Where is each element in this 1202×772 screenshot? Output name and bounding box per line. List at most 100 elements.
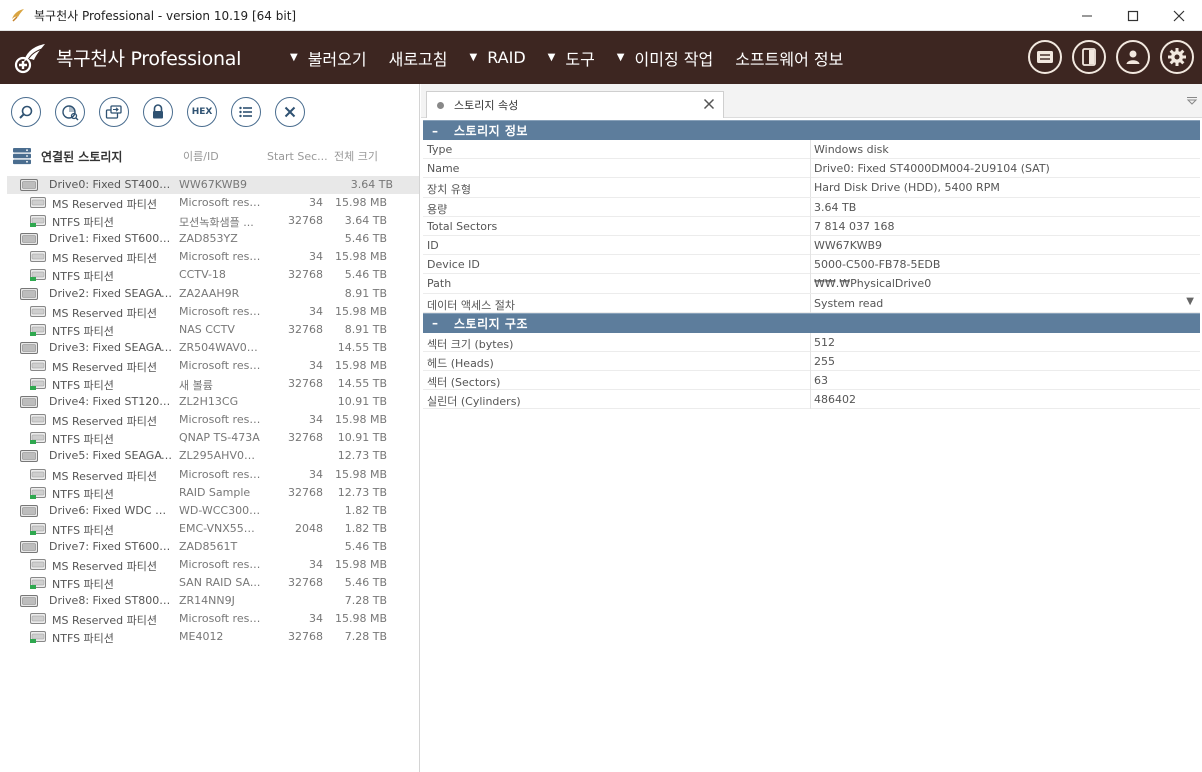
partition-row[interactable]: MS Reserved 파티션 Microsoft rese... 34 15.98 … xyxy=(0,466,420,484)
partition-name: MS Reserved 파티션 xyxy=(52,252,158,266)
partition-row[interactable]: NTFS 파티션 CCTV-18 32768 5.46 TB xyxy=(0,266,420,284)
property-row[interactable]: 데이터 액세스 절차 System read ▼ xyxy=(423,293,1200,313)
column-divider xyxy=(810,178,811,198)
property-section-header[interactable]: – 스토리지 구조 xyxy=(423,312,1200,333)
partition-row[interactable]: MS Reserved 파티션 Microsoft rese... 34 15.98 … xyxy=(0,556,420,574)
partition-label: Microsoft rese... xyxy=(179,304,261,318)
scan-icon xyxy=(62,105,79,121)
drive-row[interactable]: Drive4: Fixed ST12000N... ZL2H13CG 10.91 T… xyxy=(0,393,420,411)
partition-start-sector: 34 xyxy=(309,196,323,210)
settings-button[interactable] xyxy=(1160,40,1194,74)
property-row: 헤드 (Heads) 255 xyxy=(423,351,1200,372)
partition-row[interactable]: MS Reserved 파티션 Microsoft rese... 34 15.98 … xyxy=(0,357,420,375)
partition-row[interactable]: NTFS 파티션 ME4012 32768 7.28 TB xyxy=(0,628,420,646)
menu-item-2[interactable]: ▼ RAID xyxy=(469,48,525,67)
hard-drive-icon xyxy=(20,450,38,465)
menu-item-4[interactable]: ▼ 이미징 작업 xyxy=(617,46,713,70)
partition-row[interactable]: MS Reserved 파티션 Microsoft rese... 34 15.98 … xyxy=(0,303,420,321)
column-divider xyxy=(810,159,811,179)
menu-item-5[interactable]: 소프트웨어 정보 xyxy=(735,46,843,70)
collapse-minus-icon: – xyxy=(432,316,438,331)
partition-row[interactable]: NTFS 파티션 QNAP TS-473A 32768 10.91 TB xyxy=(0,429,420,447)
scan-button[interactable] xyxy=(55,97,85,127)
partition-row[interactable]: NTFS 파티션 EMC-VNX550... 2048 1.82 TB xyxy=(0,520,420,538)
list-button[interactable] xyxy=(231,97,261,127)
tab-close-icon[interactable] xyxy=(702,97,716,111)
hex-button[interactable]: HEX xyxy=(187,97,217,127)
gear-icon xyxy=(1168,48,1186,66)
partition-row[interactable]: NTFS 파티션 SAN RAID SA... 32768 5.46 TB xyxy=(0,574,420,592)
property-value: 486402 xyxy=(814,393,856,407)
panel-button[interactable] xyxy=(1072,40,1106,74)
property-value: Windows disk xyxy=(814,143,889,156)
partition-row[interactable]: MS Reserved 파티션 Microsoft rese... 34 15.98 … xyxy=(0,248,420,266)
partition-label: Microsoft rese... xyxy=(179,612,261,626)
menu-item-1[interactable]: 새로고침 xyxy=(389,46,448,70)
drive-row[interactable]: Drive1: Fixed ST6000N... ZAD853YZ 5.46 TB xyxy=(0,230,420,248)
partition-name: NTFS 파티션 xyxy=(52,270,114,284)
menu-item-3[interactable]: ▼ 도구 xyxy=(548,46,595,70)
drive-row[interactable]: Drive3: Fixed SEAGATE ... ZR504WAV000... 1… xyxy=(0,339,420,357)
partition-row[interactable]: NTFS 파티션 모션녹화샘플 ... 32768 3.64 TB xyxy=(0,212,420,230)
collapse-minus-icon: – xyxy=(432,123,438,138)
property-key: Name xyxy=(427,162,460,176)
caret-down-icon: ▼ xyxy=(290,52,298,63)
tab-menu-icon[interactable] xyxy=(1186,96,1198,106)
drive-id: ZR504WAV000... xyxy=(179,340,261,354)
drive-row[interactable]: Drive6: Fixed WDC WD... WD-WCC3001... 1.82… xyxy=(0,502,420,520)
partition-row[interactable]: MS Reserved 파티션 Microsoft rese... 34 15.98 … xyxy=(0,610,420,628)
drive-row[interactable]: Drive7: Fixed ST6000N... ZAD8561T 5.46 TB xyxy=(0,538,420,556)
partition-row[interactable]: MS Reserved 파티션 Microsoft rese... 34 15.98 … xyxy=(0,411,420,429)
partition-start-sector: 32768 xyxy=(288,576,323,590)
close-window-button[interactable] xyxy=(1156,0,1202,31)
property-key: Type xyxy=(427,143,453,156)
column-header-size[interactable]: 전체 크기 xyxy=(334,148,378,164)
caret-down-icon: ▼ xyxy=(547,52,556,63)
brand: 복구천사 Professional xyxy=(12,40,282,76)
partition-row[interactable]: NTFS 파티션 RAID Sample 32768 12.73 TB xyxy=(0,484,420,502)
partition-row[interactable]: MS Reserved 파티션 Microsoft rese... 34 15.98 … xyxy=(0,194,420,212)
column-divider xyxy=(810,390,811,410)
partition-start-sector: 34 xyxy=(309,304,323,318)
window-controls xyxy=(1064,0,1202,31)
column-header-start[interactable]: Start Sec... xyxy=(267,150,328,163)
title-bar: 복구천사 Professional - version 10.19 [64 bi… xyxy=(0,0,1202,31)
drive-row[interactable]: Drive0: Fixed ST4000D... WW67KWB9 3.64 TB xyxy=(7,176,419,195)
partition-name: NTFS 파티션 xyxy=(52,632,114,646)
dropdown-arrow-icon[interactable]: ▼ xyxy=(1186,296,1194,307)
partition-size: 5.46 TB xyxy=(344,576,387,590)
caret-down-icon: ▼ xyxy=(469,52,478,63)
menu-item-0[interactable]: ▼ 불러오기 xyxy=(290,46,367,70)
card-button[interactable] xyxy=(1028,40,1062,74)
close-window-icon xyxy=(1173,10,1185,21)
property-section-header[interactable]: – 스토리지 정보 xyxy=(423,120,1200,140)
user-button[interactable] xyxy=(1116,40,1150,74)
partition-start-sector: 34 xyxy=(309,612,323,626)
partition-row[interactable]: NTFS 파티션 NAS CCTV 32768 8.91 TB xyxy=(0,321,420,339)
partition-name: NTFS 파티션 xyxy=(52,487,114,501)
partition-start-sector: 32768 xyxy=(288,268,323,282)
partition-row[interactable]: NTFS 파티션 새 볼륨 32768 14.55 TB xyxy=(0,375,420,393)
minimize-button[interactable] xyxy=(1064,0,1110,31)
tab-storage-properties[interactable]: 스토리지 속성 xyxy=(426,91,724,118)
maximize-button[interactable] xyxy=(1110,0,1156,31)
copy-image-button[interactable] xyxy=(99,97,129,127)
drive-row[interactable]: Drive5: Fixed SEAGATE ... ZL295AHV000... 1… xyxy=(0,447,420,465)
drive-row[interactable]: Drive2: Fixed SEAGATE ... ZA2AAH9R 8.91 TB xyxy=(0,285,420,303)
hard-drive-icon xyxy=(20,595,38,610)
partition-icon xyxy=(30,414,46,429)
drive-row[interactable]: Drive8: Fixed ST8000D... ZR14NN9J 7.28 TB xyxy=(0,592,420,610)
search-button[interactable] xyxy=(11,97,41,127)
partition-label: NAS CCTV xyxy=(179,322,235,336)
close-storage-button[interactable] xyxy=(275,97,305,127)
partition-size: 8.91 TB xyxy=(344,322,387,336)
lock-button[interactable] xyxy=(143,97,173,127)
hard-drive-icon xyxy=(20,233,38,248)
hard-drive-icon xyxy=(20,179,38,194)
column-divider xyxy=(810,371,811,391)
panel-icon xyxy=(1082,48,1096,66)
column-header-label[interactable]: 이름/ID xyxy=(183,148,219,164)
ntfs-partition-icon xyxy=(30,522,46,538)
menu-item-label: 도구 xyxy=(565,49,595,69)
partition-start-sector: 32768 xyxy=(288,322,323,336)
